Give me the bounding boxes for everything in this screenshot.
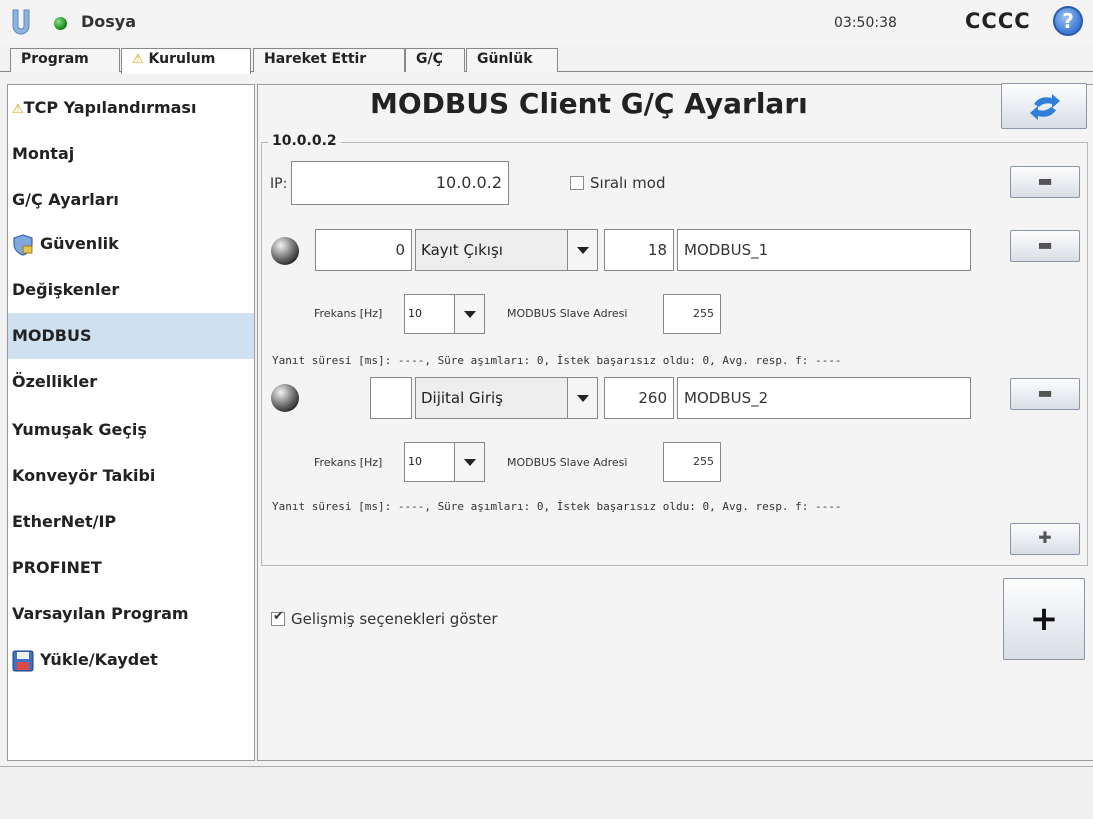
signal-name-input[interactable]: MODBUS_1 — [677, 229, 971, 271]
remove-signal-button[interactable]: ▬ — [1010, 230, 1080, 262]
tab-hareket-label: Hareket Ettir — [264, 51, 367, 67]
sidebar-item-label: Konveyör Takibi — [12, 466, 156, 485]
main-tabs: Program ⚠ Kurulum Hareket Ettir G/Ç Günl… — [0, 46, 1093, 74]
tab-program-label: Program — [21, 51, 89, 67]
chevron-down-icon — [454, 295, 484, 333]
sidebar-item-montaj[interactable]: Montaj — [8, 131, 254, 177]
sequential-mode-checkbox[interactable] — [570, 176, 584, 190]
sidebar-item-label: TCP Yapılandırması — [23, 98, 197, 117]
sidebar-item-default-program[interactable]: Varsayılan Program — [8, 591, 254, 637]
sidebar-item-label: Yükle/Kaydet — [40, 650, 158, 669]
sidebar: ⚠TCP Yapılandırması Montaj G/Ç Ayarları … — [7, 84, 255, 761]
sidebar-item-io-settings[interactable]: G/Ç Ayarları — [8, 177, 254, 223]
frequency-label: Frekans [Hz] — [314, 307, 383, 320]
sidebar-item-label: EtherNet/IP — [12, 512, 117, 531]
slave-address-label: MODBUS Slave Adresi — [507, 307, 628, 320]
minus-icon: ▬ — [1037, 383, 1053, 402]
minus-icon: ▬ — [1037, 235, 1053, 254]
signal-register-input[interactable]: 18 — [604, 229, 674, 271]
sidebar-item-load-save[interactable]: Yükle/Kaydet — [8, 637, 254, 683]
footer-bar — [0, 766, 1093, 819]
sidebar-item-modbus[interactable]: MODBUS — [8, 313, 254, 359]
file-menu[interactable]: Dosya — [81, 12, 136, 31]
signal-type-select[interactable]: Dijital Giriş — [415, 377, 598, 419]
sidebar-item-tcp[interactable]: ⚠TCP Yapılandırması — [8, 85, 254, 131]
sidebar-item-smooth-transition[interactable]: Yumuşak Geçiş — [8, 407, 254, 453]
signal-type-value: Kayıt Çıkışı — [421, 241, 503, 259]
sidebar-item-label: PROFINET — [12, 558, 102, 577]
signal-status-icon — [271, 237, 299, 265]
sidebar-item-label: Yumuşak Geçiş — [12, 420, 147, 439]
sidebar-item-ethernet-ip[interactable]: EtherNet/IP — [8, 499, 254, 545]
tab-kurulum[interactable]: ⚠ Kurulum — [121, 48, 251, 74]
plus-icon: + — [1029, 599, 1059, 639]
slave-address-input[interactable]: 255 — [663, 442, 721, 482]
status-indicator-icon — [54, 17, 67, 30]
slave-address-input[interactable]: 255 — [663, 294, 721, 334]
warning-icon: ⚠ — [12, 102, 24, 117]
tab-kurulum-label: Kurulum — [148, 51, 216, 67]
tab-gc-label: G/Ç — [416, 51, 443, 67]
remove-server-button[interactable]: ▬ — [1010, 166, 1080, 198]
sidebar-item-label: Özellikler — [12, 372, 98, 391]
sidebar-item-label: Değişkenler — [12, 280, 120, 299]
shield-icon — [13, 233, 33, 256]
minus-icon: ▬ — [1037, 171, 1053, 190]
signal-type-select[interactable]: Kayıt Çıkışı — [415, 229, 598, 271]
server-group-title: 10.0.0.2 — [268, 133, 341, 149]
frequency-select[interactable]: 10 — [404, 442, 485, 482]
add-server-button[interactable]: + — [1003, 578, 1085, 660]
slave-address-label: MODBUS Slave Adresi — [507, 456, 628, 469]
advanced-options-checkbox[interactable] — [271, 609, 285, 626]
advanced-options-label: Gelişmiş seçenekleri göster — [291, 610, 498, 628]
signal-status-text: Yanıt süresi [ms]: ----, Süre aşımları: … — [272, 354, 842, 367]
ip-label: IP: — [270, 176, 288, 192]
tab-program[interactable]: Program — [10, 48, 120, 72]
signal-status-text: Yanıt süresi [ms]: ----, Süre aşımları: … — [272, 500, 842, 513]
sidebar-item-label: MODBUS — [12, 326, 92, 345]
sidebar-item-conveyor[interactable]: Konveyör Takibi — [8, 453, 254, 499]
frequency-select[interactable]: 10 — [404, 294, 485, 334]
sequential-mode-label: Sıralı mod — [590, 174, 666, 192]
sidebar-item-variables[interactable]: Değişkenler — [8, 267, 254, 313]
sidebar-item-label: Montaj — [12, 144, 75, 163]
top-bar: Dosya 03:50:38 CCCC ? — [0, 0, 1093, 46]
clock: 03:50:38 — [834, 15, 897, 31]
frequency-label: Frekans [Hz] — [314, 456, 383, 469]
chevron-down-icon — [567, 230, 597, 270]
chevron-down-icon — [567, 378, 597, 418]
warning-icon: ⚠ — [132, 52, 144, 67]
sidebar-item-profinet[interactable]: PROFINET — [8, 545, 254, 591]
save-icon — [12, 650, 34, 671]
sidebar-item-label: Varsayılan Program — [12, 604, 189, 623]
frequency-value: 10 — [408, 307, 422, 320]
chevron-down-icon — [454, 443, 484, 481]
remove-signal-button[interactable]: ▬ — [1010, 378, 1080, 410]
tab-gunluk-label: Günlük — [477, 51, 533, 67]
help-icon[interactable]: ? — [1053, 6, 1083, 36]
signal-name-input[interactable]: MODBUS_2 — [677, 377, 971, 419]
plus-icon: ✚ — [1038, 528, 1052, 547]
signal-address-input[interactable] — [370, 377, 412, 419]
tab-gunluk[interactable]: Günlük — [466, 48, 558, 72]
sidebar-item-safety[interactable]: Güvenlik — [8, 221, 254, 267]
sidebar-item-label: G/Ç Ayarları — [12, 190, 119, 209]
ip-input[interactable]: 10.0.0.2 — [291, 161, 509, 205]
refresh-button[interactable] — [1001, 83, 1087, 129]
sidebar-item-features[interactable]: Özellikler — [8, 359, 254, 405]
signal-type-value: Dijital Giriş — [421, 389, 504, 407]
signal-register-input[interactable]: 260 — [604, 377, 674, 419]
sidebar-item-label: Güvenlik — [40, 234, 119, 253]
signal-address-input[interactable]: 0 — [315, 229, 412, 271]
tab-gc[interactable]: G/Ç — [405, 48, 465, 72]
refresh-icon — [1030, 94, 1060, 120]
tab-hareket-ettir[interactable]: Hareket Ettir — [253, 48, 405, 72]
signal-status-icon — [271, 384, 299, 412]
add-signal-button[interactable]: ✚ — [1010, 523, 1080, 555]
robot-name: CCCC — [965, 9, 1031, 33]
frequency-value: 10 — [408, 455, 422, 468]
ur-logo-icon — [12, 9, 30, 35]
page-title: MODBUS Client G/Ç Ayarları — [370, 87, 808, 120]
